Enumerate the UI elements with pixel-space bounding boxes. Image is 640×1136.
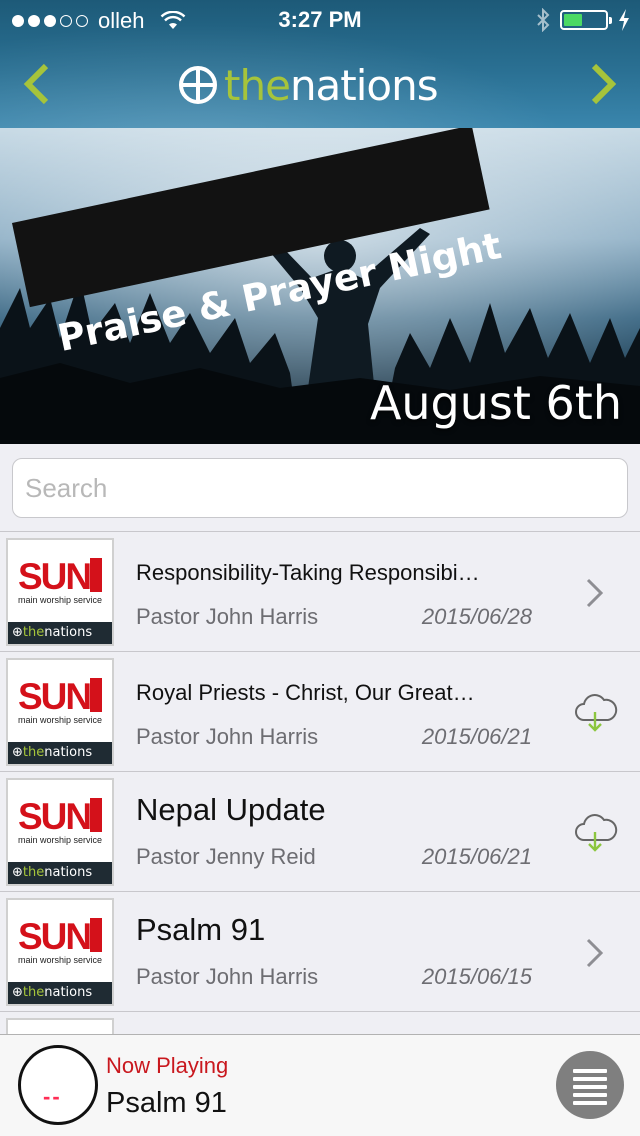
thumbnail-footer: ⊕thenations <box>8 622 112 644</box>
cloud-download-icon[interactable] <box>572 810 618 856</box>
thumbnail-brand-the: the <box>22 985 45 1000</box>
list-item[interactable]: SUN main worship service ⊕thenations Roy… <box>0 652 640 772</box>
sermon-title: Responsibility-Taking Responsibi… <box>136 560 480 585</box>
app-logo: thenations <box>178 60 439 110</box>
sermon-speaker: Pastor John Harris <box>136 964 319 989</box>
thumbnail-time-tag <box>90 918 102 952</box>
logo-cross-icon <box>179 66 217 104</box>
thumbnail-brand-the: the <box>22 745 45 760</box>
chevron-right-icon[interactable] <box>572 930 618 976</box>
thumbnail-subtitle: main worship service <box>18 955 103 965</box>
thumbnail-brand-nations: nations <box>44 865 93 880</box>
sermon-title: Nepal Update <box>136 792 326 827</box>
now-playing-label: Now Playing <box>106 1053 229 1078</box>
menu-button[interactable] <box>556 1051 624 1119</box>
thumbnail-time-tag <box>90 798 102 832</box>
header: olleh 3:27 PM thenations <box>0 0 640 128</box>
thumbnail-brand-nations: nations <box>44 985 93 1000</box>
event-banner[interactable]: Praise & Prayer Night August 6th <box>0 128 640 444</box>
status-bar: olleh 3:27 PM <box>0 0 640 40</box>
hamburger-icon <box>573 1093 607 1097</box>
charging-bolt-icon <box>619 9 629 31</box>
playback-progress: -- <box>43 1084 62 1109</box>
now-playing-title: Psalm 91 <box>106 1087 227 1119</box>
sermon-speaker: Pastor John Harris <box>136 604 319 629</box>
battery-fill <box>564 14 582 26</box>
thumbnail-brand-nations: nations <box>44 745 93 760</box>
battery-icon <box>560 10 612 30</box>
thumbnail-brand: ⊕thenations <box>12 745 93 760</box>
chevron-right-icon[interactable] <box>582 60 622 108</box>
hamburger-icon <box>573 1077 607 1081</box>
thumbnail-subtitle: main worship service <box>18 715 103 725</box>
bluetooth-icon <box>537 8 550 32</box>
banner-date: August 6th <box>369 376 622 430</box>
sermon-title: Psalm 91 <box>136 912 266 947</box>
sermon-date: 2015/06/21 <box>421 844 532 869</box>
hamburger-icon <box>573 1069 607 1073</box>
thumbnail-brand-the: the <box>22 865 45 880</box>
sermon-date: 2015/06/21 <box>421 724 532 749</box>
thumbnail-sun-text: SUN <box>18 796 92 837</box>
sermon-date: 2015/06/15 <box>421 964 532 989</box>
thumbnail-brand: ⊕thenations <box>12 625 93 640</box>
play-pause-button[interactable]: -- <box>18 1045 98 1125</box>
thumbnail-sun-text: SUN <box>18 676 92 717</box>
thumbnail-footer: ⊕thenations <box>8 742 112 764</box>
thumbnail-brand-nations: nations <box>44 625 93 640</box>
thumbnail-time-tag <box>90 558 102 592</box>
thumbnail-footer: ⊕thenations <box>8 862 112 884</box>
sermon-speaker: Pastor Jenny Reid <box>136 844 316 869</box>
thumbnail-brand: ⊕thenations <box>12 865 93 880</box>
thumbnail-time-tag <box>90 678 102 712</box>
sermon-thumbnail: SUN main worship service ⊕thenations <box>6 898 114 1006</box>
list-item[interactable]: SUN main worship service ⊕thenations Res… <box>0 532 640 652</box>
list-item[interactable]: SUN main worship service ⊕thenations Nep… <box>0 772 640 892</box>
hamburger-icon <box>573 1085 607 1089</box>
sermon-date: 2015/06/28 <box>421 604 532 629</box>
thumbnail-brand: ⊕thenations <box>12 985 93 1000</box>
cloud-download-icon[interactable] <box>572 690 618 736</box>
thumbnail-footer: ⊕thenations <box>8 982 112 1004</box>
thumbnail-sun-text: SUN <box>18 556 92 597</box>
nav-bar: thenations <box>0 40 640 128</box>
chevron-right-icon[interactable] <box>572 570 618 616</box>
thumbnail-brand-the: the <box>22 625 45 640</box>
sermon-speaker: Pastor John Harris <box>136 724 319 749</box>
search-input[interactable] <box>12 458 628 518</box>
thumbnail-sun-text: SUN <box>18 916 92 957</box>
logo-text-the: the <box>224 60 291 110</box>
sermon-thumbnail: SUN main worship service ⊕thenations <box>6 538 114 646</box>
search-bar <box>0 444 640 532</box>
sermon-thumbnail: SUN main worship service ⊕thenations <box>6 778 114 886</box>
sermon-title: Royal Priests - Christ, Our Great… <box>136 680 475 705</box>
sermon-thumbnail: SUN main worship service ⊕thenations <box>6 658 114 766</box>
logo-text-nations: nations <box>289 60 439 110</box>
thumbnail-subtitle: main worship service <box>18 835 103 845</box>
chevron-left-icon[interactable] <box>18 60 58 108</box>
list-item[interactable] <box>0 1012 640 1058</box>
logo-text: thenations <box>224 60 439 110</box>
list-item[interactable]: SUN main worship service ⊕thenations Psa… <box>0 892 640 1012</box>
sermon-list: SUN main worship service ⊕thenations Res… <box>0 532 640 1058</box>
hamburger-icon <box>573 1101 607 1105</box>
status-right <box>536 8 630 32</box>
thumbnail-subtitle: main worship service <box>18 595 103 605</box>
now-playing-bar: -- Now Playing Psalm 91 <box>0 1034 640 1136</box>
